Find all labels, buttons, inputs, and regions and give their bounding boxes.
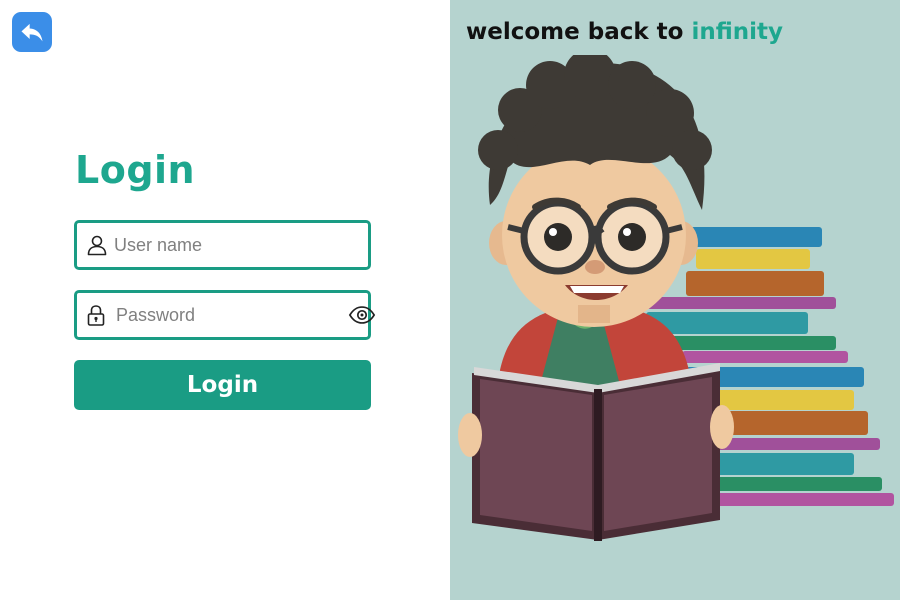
back-button[interactable] — [12, 12, 52, 52]
lock-icon — [84, 302, 108, 328]
welcome-heading: welcome back to infinity — [466, 19, 783, 45]
login-button[interactable]: Login — [74, 360, 371, 410]
login-pane: Login Login — [0, 0, 450, 600]
username-input[interactable] — [110, 223, 368, 267]
boy-figure — [478, 55, 712, 415]
eye-icon[interactable] — [348, 300, 376, 330]
welcome-panel: welcome back to infinity — [450, 0, 900, 600]
user-icon — [84, 232, 110, 258]
password-field[interactable] — [74, 290, 376, 340]
open-book — [458, 363, 734, 541]
password-input[interactable] — [108, 293, 348, 337]
welcome-brand: infinity — [691, 19, 784, 45]
reading-boy-illustration — [458, 55, 894, 541]
username-field[interactable] — [74, 220, 371, 270]
welcome-prefix: welcome back to — [466, 19, 684, 45]
page-title: Login — [75, 148, 196, 192]
reply-arrow-icon — [21, 23, 43, 42]
